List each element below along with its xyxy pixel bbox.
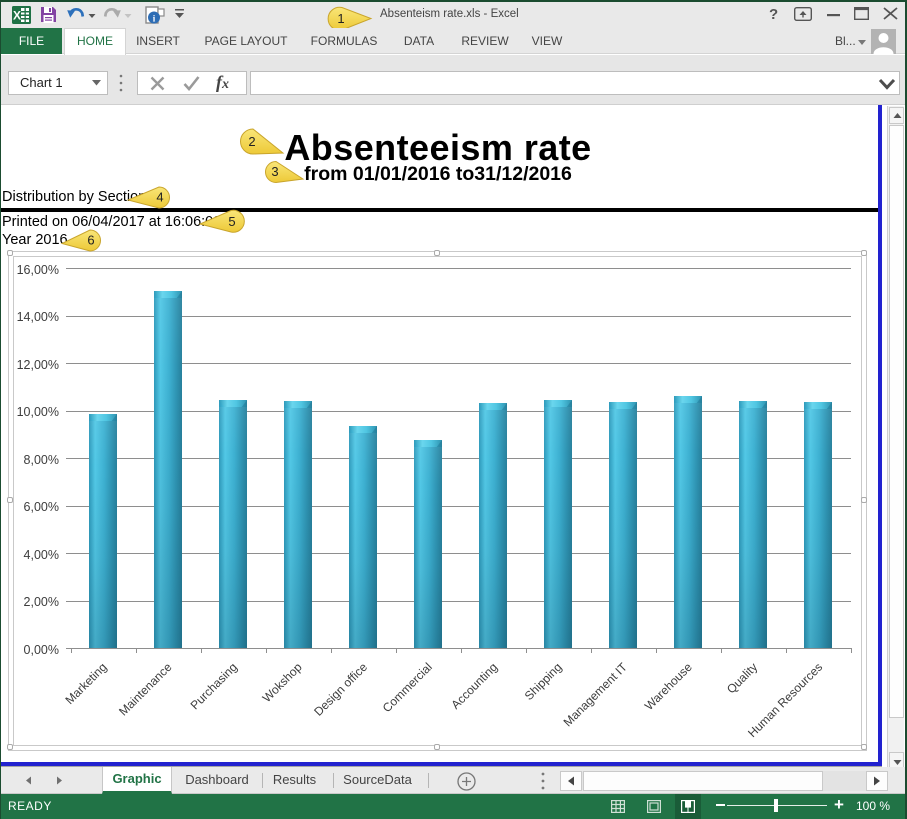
svg-text:6: 6 [87, 233, 94, 248]
svg-text:5: 5 [228, 214, 235, 229]
svg-text:X: X [13, 9, 21, 23]
svg-text:2: 2 [248, 134, 255, 149]
svg-text:1: 1 [337, 11, 344, 26]
svg-text:4: 4 [156, 190, 163, 205]
svg-text:3: 3 [271, 164, 278, 179]
